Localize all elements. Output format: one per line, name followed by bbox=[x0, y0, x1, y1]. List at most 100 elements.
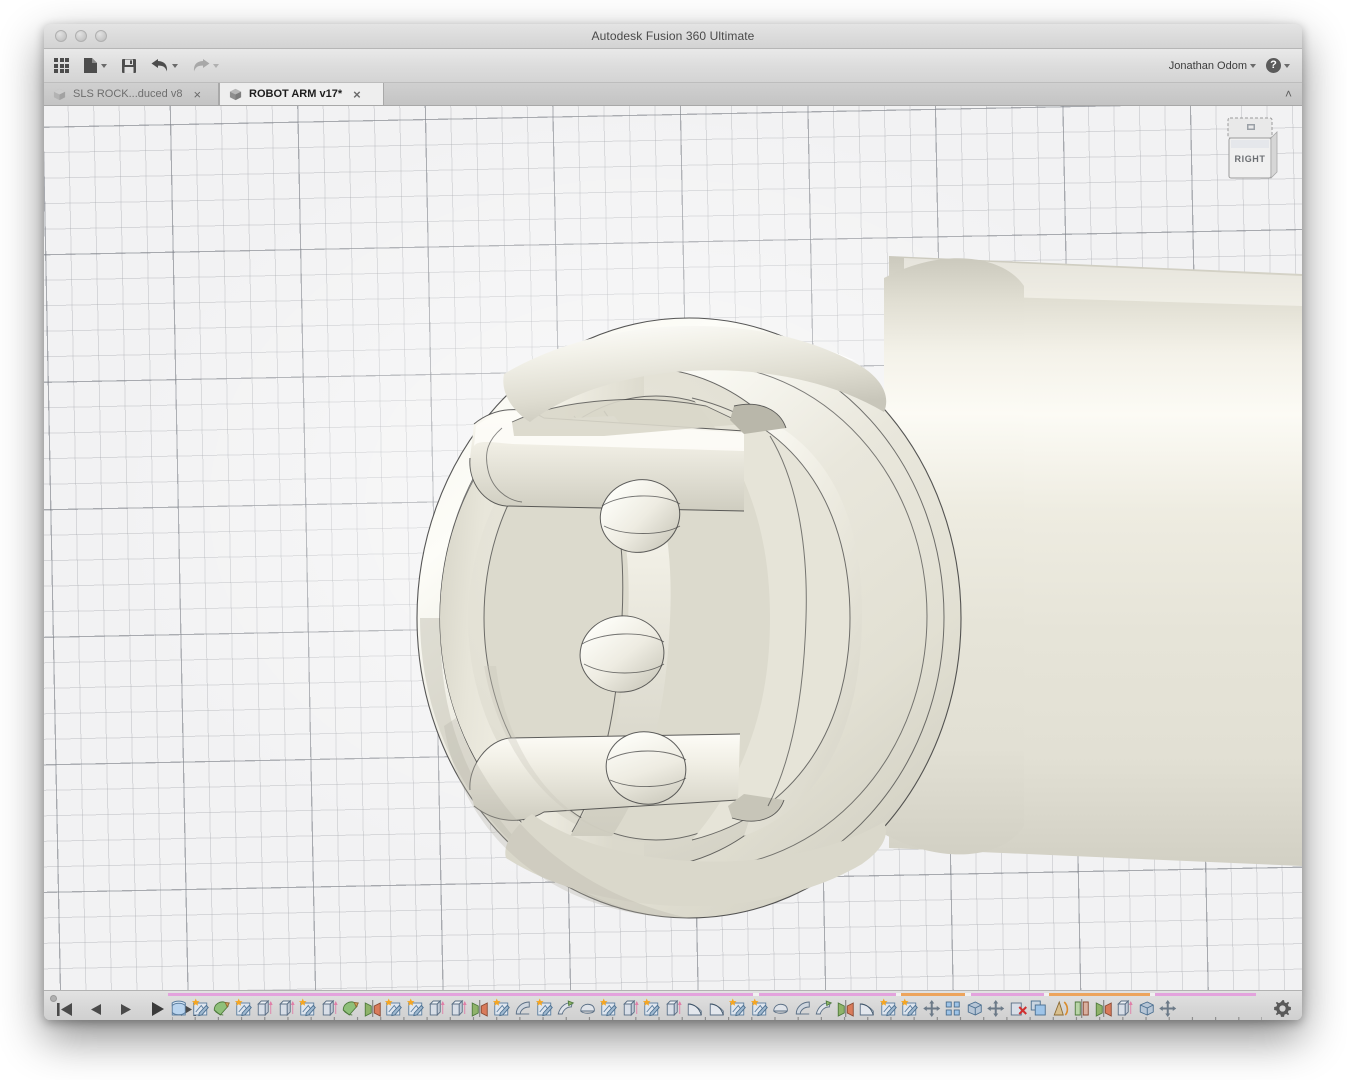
timeline-feature-fillet[interactable] bbox=[684, 998, 706, 1019]
timeline-feature-loft[interactable] bbox=[512, 998, 534, 1019]
timeline-feature-extrude[interactable] bbox=[426, 998, 448, 1019]
timeline-feature-sketch[interactable] bbox=[190, 998, 212, 1019]
timeline-group-marker bbox=[168, 993, 754, 996]
app-grid-button[interactable] bbox=[54, 58, 69, 73]
timeline-feature-shell[interactable] bbox=[770, 998, 792, 1019]
timeline-bar: ... bbox=[44, 990, 1302, 1020]
timeline-feature-sketch[interactable] bbox=[598, 998, 620, 1019]
tab-label: ROBOT ARM v17* bbox=[249, 88, 343, 100]
timeline-feature-sketch[interactable] bbox=[641, 998, 663, 1019]
view-cube-top-face[interactable] bbox=[1227, 117, 1273, 139]
play-button[interactable] bbox=[149, 1001, 166, 1017]
timeline-group-markers bbox=[168, 993, 1256, 996]
grid-icon bbox=[54, 58, 69, 73]
timeline-feature-extrude[interactable] bbox=[620, 998, 642, 1019]
save-button[interactable] bbox=[121, 58, 137, 74]
application-window: Autodesk Fusion 360 Ultimate Jonathan Od… bbox=[44, 24, 1302, 1020]
user-menu[interactable]: Jonathan Odom bbox=[1169, 60, 1256, 72]
gear-icon[interactable] bbox=[1273, 999, 1292, 1018]
timeline-feature-sketch[interactable] bbox=[405, 998, 427, 1019]
document-icon bbox=[84, 58, 97, 73]
timeline-feature-new-body[interactable] bbox=[168, 998, 190, 1019]
timeline-feature-shell[interactable] bbox=[577, 998, 599, 1019]
timeline-feature-fillet[interactable] bbox=[856, 998, 878, 1019]
redo-arrow-icon bbox=[193, 58, 210, 71]
close-icon[interactable]: × bbox=[193, 88, 201, 101]
application-toolbar: Jonathan Odom ? bbox=[44, 49, 1302, 83]
help-icon: ? bbox=[1266, 58, 1281, 73]
timeline-feature-extrude[interactable] bbox=[319, 998, 341, 1019]
chevron-down-icon bbox=[1284, 63, 1290, 68]
view-cube[interactable]: RIGHT bbox=[1220, 116, 1284, 190]
timeline-feature-move[interactable] bbox=[921, 998, 943, 1019]
tab-robot-arm[interactable]: ROBOT ARM v17* × bbox=[219, 83, 384, 105]
timeline-feature-sweep[interactable] bbox=[813, 998, 835, 1019]
timeline-feature-draft[interactable] bbox=[1050, 998, 1072, 1019]
timeline-feature-move-copy[interactable] bbox=[985, 998, 1007, 1019]
view-cube-label: RIGHT bbox=[1235, 154, 1266, 164]
screen: Autodesk Fusion 360 Ultimate Jonathan Od… bbox=[0, 0, 1347, 1080]
timeline-feature-extrude[interactable] bbox=[663, 998, 685, 1019]
timeline-feature-fillet[interactable] bbox=[706, 998, 728, 1019]
timeline-feature-delete-face[interactable] bbox=[1007, 998, 1029, 1019]
document-tab-bar: SLS ROCK...duced v8 × ROBOT ARM v17* × ˄ bbox=[44, 83, 1302, 106]
timeline-feature-combine[interactable] bbox=[1136, 998, 1158, 1019]
step-forward-button[interactable] bbox=[118, 1002, 135, 1017]
timeline-feature-extrude[interactable] bbox=[276, 998, 298, 1019]
timeline-feature-sketch[interactable] bbox=[727, 998, 749, 1019]
tab-label: SLS ROCK...duced v8 bbox=[73, 88, 183, 100]
timeline-feature-sketch[interactable] bbox=[491, 998, 513, 1019]
timeline-feature-extrude[interactable] bbox=[448, 998, 470, 1019]
timeline-track[interactable] bbox=[168, 991, 1262, 1020]
new-document-button[interactable] bbox=[83, 57, 107, 74]
timeline-group-marker bbox=[901, 993, 966, 996]
chevron-down-icon bbox=[172, 63, 178, 68]
chevron-down-icon bbox=[101, 63, 107, 68]
window-title: Autodesk Fusion 360 Ultimate bbox=[591, 29, 755, 43]
timeline-feature-revolve[interactable] bbox=[211, 998, 233, 1019]
help-menu[interactable]: ? bbox=[1266, 58, 1290, 73]
timeline-group-marker bbox=[1155, 993, 1256, 996]
timeline-feature-sketch[interactable] bbox=[534, 998, 556, 1019]
timeline-feature-extrude[interactable] bbox=[1114, 998, 1136, 1019]
view-cube-side-face[interactable] bbox=[1270, 131, 1278, 179]
title-bar: Autodesk Fusion 360 Ultimate bbox=[44, 24, 1302, 49]
collapse-panel-icon[interactable]: ˄ bbox=[1285, 87, 1292, 101]
redo-button[interactable] bbox=[192, 58, 219, 73]
close-icon[interactable]: × bbox=[353, 88, 361, 101]
timeline-feature-mirror[interactable] bbox=[362, 998, 384, 1019]
timeline-feature-extrude[interactable] bbox=[254, 998, 276, 1019]
timeline-feature-sketch[interactable] bbox=[878, 998, 900, 1019]
timeline-group-marker bbox=[1049, 993, 1150, 996]
timeline-group-marker bbox=[758, 993, 896, 996]
undo-button[interactable] bbox=[151, 58, 178, 73]
timeline-feature-sketch[interactable] bbox=[383, 998, 405, 1019]
timeline-overflow-label: ... bbox=[1257, 1014, 1268, 1020]
cube-icon bbox=[229, 88, 242, 100]
timeline-feature-sketch[interactable] bbox=[233, 998, 255, 1019]
3d-viewport[interactable]: RIGHT bbox=[44, 106, 1302, 990]
timeline-feature-mirror[interactable] bbox=[1093, 998, 1115, 1019]
timeline-feature-sweep[interactable] bbox=[555, 998, 577, 1019]
undo-arrow-icon bbox=[151, 58, 168, 71]
timeline-feature-move[interactable] bbox=[1157, 998, 1179, 1019]
timeline-feature-combine[interactable] bbox=[964, 998, 986, 1019]
timeline-feature-split-body[interactable] bbox=[1071, 998, 1093, 1019]
timeline-feature-icons[interactable] bbox=[168, 997, 1256, 1019]
timeline-feature-revolve[interactable] bbox=[340, 998, 362, 1019]
timeline-feature-copy-body[interactable] bbox=[1028, 998, 1050, 1019]
timeline-feature-sketch[interactable] bbox=[899, 998, 921, 1019]
tab-sls-rock[interactable]: SLS ROCK...duced v8 × bbox=[44, 83, 219, 105]
timeline-feature-sketch[interactable] bbox=[297, 998, 319, 1019]
timeline-feature-sketch[interactable] bbox=[749, 998, 771, 1019]
timeline-feature-mirror[interactable] bbox=[835, 998, 857, 1019]
view-cube-front-face[interactable]: RIGHT bbox=[1228, 137, 1272, 179]
timeline-feature-loft[interactable] bbox=[792, 998, 814, 1019]
model-robot-arm-joint-socket[interactable] bbox=[44, 106, 1302, 990]
chevron-down-icon bbox=[1250, 63, 1256, 68]
go-to-start-button[interactable] bbox=[56, 1002, 73, 1017]
timeline-feature-mirror[interactable] bbox=[469, 998, 491, 1019]
user-name-label: Jonathan Odom bbox=[1168, 59, 1247, 72]
step-back-button[interactable] bbox=[87, 1002, 104, 1017]
timeline-feature-pattern[interactable] bbox=[942, 998, 964, 1019]
